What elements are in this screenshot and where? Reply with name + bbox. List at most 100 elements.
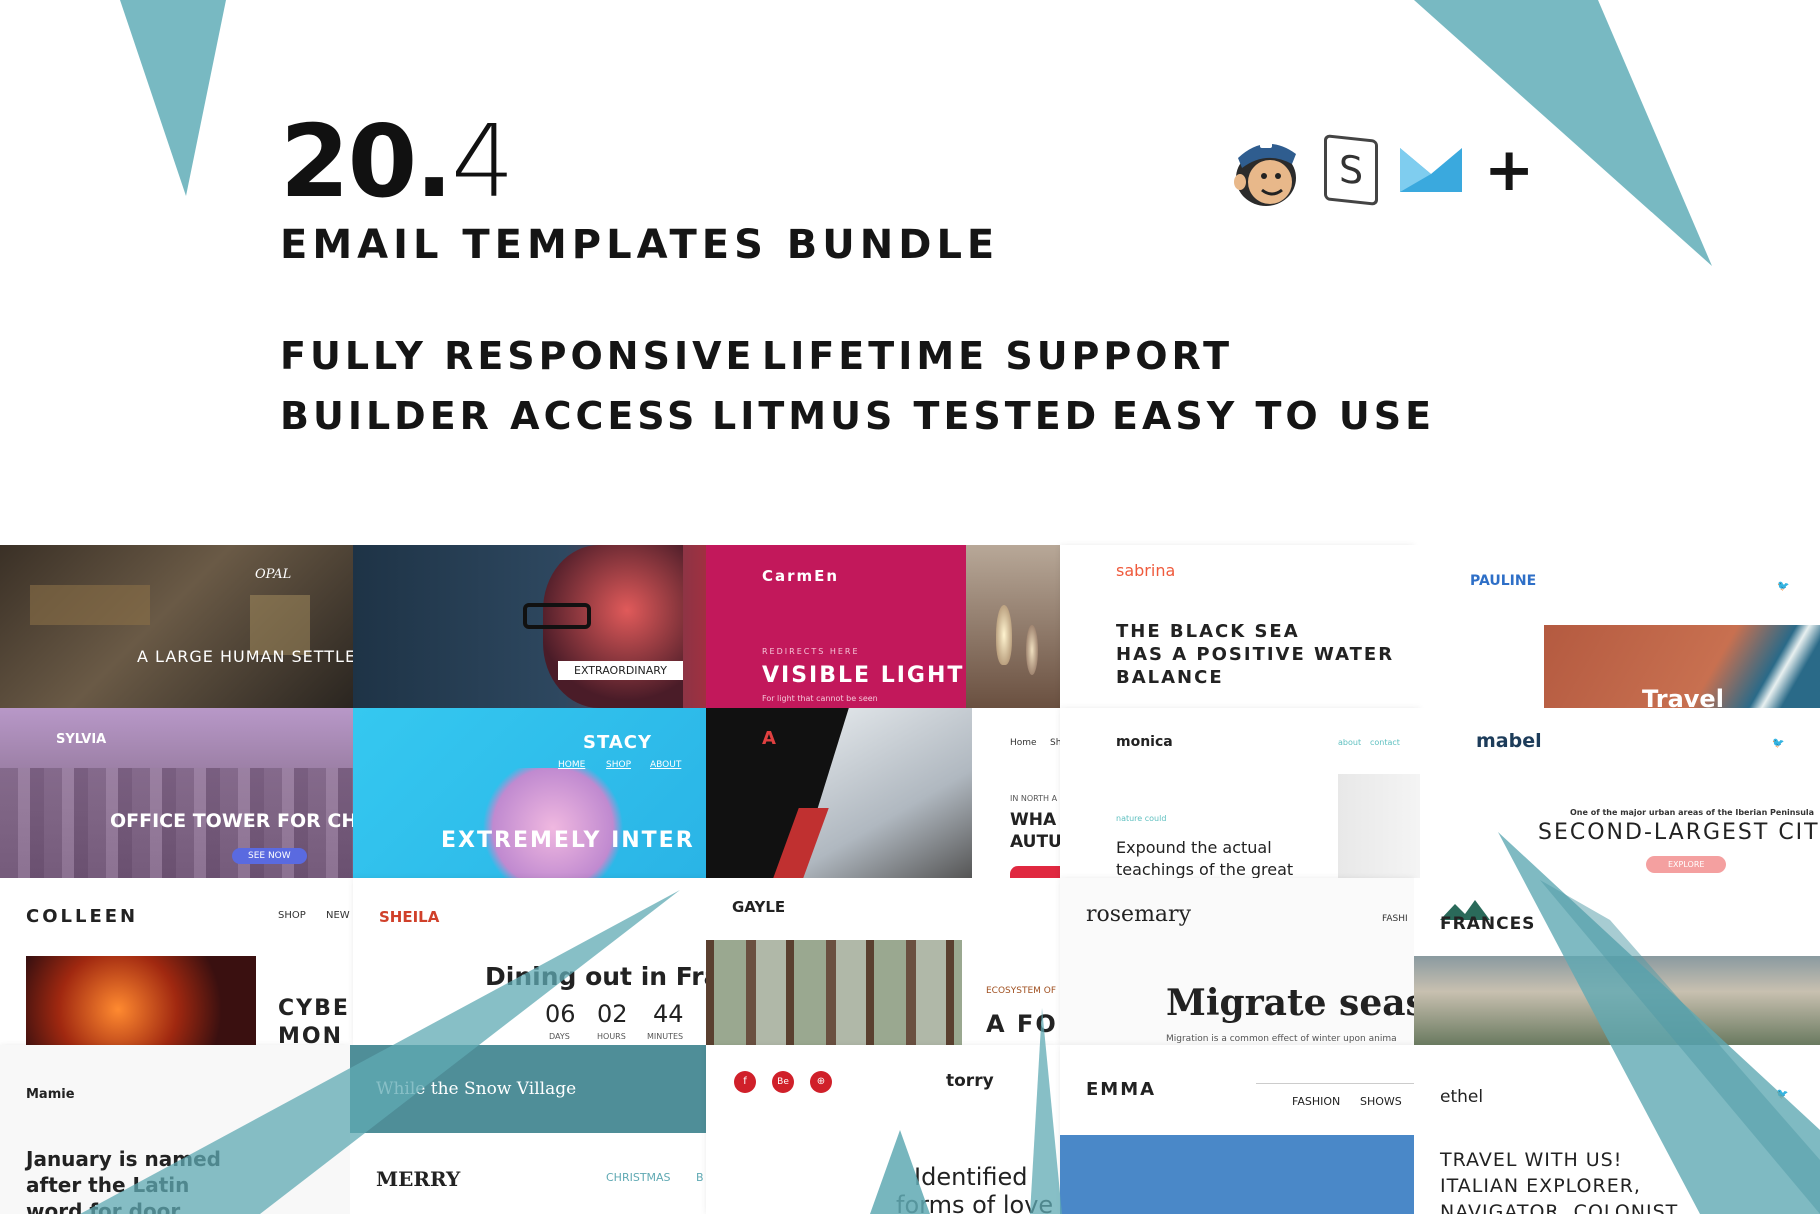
ethel-text-2: ITALIAN EXPLORER,	[1440, 1175, 1641, 1197]
template-carmen[interactable]: CarmEn REDIRECTS HERE VISIBLE LIGHT For …	[706, 545, 966, 708]
dribbble-icon[interactable]: ⊕	[810, 1071, 832, 1093]
integration-logos: S +	[1230, 130, 1534, 210]
autumn-nav-home[interactable]: Home	[1010, 738, 1037, 748]
template-sheila[interactable]: SHEILA Dining out in Fra 06 02 44 DAYS H…	[353, 878, 706, 1045]
colleen-brand: COLLEEN	[26, 906, 139, 927]
template-mabel[interactable]: mabel One of the major urban areas of th…	[1420, 708, 1820, 878]
colleen-nav-new[interactable]: NEW	[326, 910, 350, 921]
carmen-headline: VISIBLE LIGHT	[762, 663, 965, 688]
template-emma[interactable]: EMMA FASHION SHOWS	[1060, 1045, 1414, 1214]
rosemary-nav[interactable]: FASHI	[1382, 914, 1408, 924]
template-opal[interactable]: OPAL A LARGE HUMAN SETTLE	[0, 545, 353, 708]
mamie-text-3: word for door	[26, 1199, 181, 1214]
template-sylvia[interactable]: SYLVIA OFFICE TOWER FOR CH SEE NOW	[0, 708, 353, 878]
gayle-kicker: ECOSYSTEM OF	[986, 986, 1057, 996]
colleen-nav-shop[interactable]: SHOP	[278, 910, 306, 921]
mamie-brand: Mamie	[26, 1087, 75, 1102]
template-autumn[interactable]: Home Sh IN NORTH A WHA AUTU	[972, 708, 1060, 878]
mamie-text-1: January is named	[26, 1147, 221, 1171]
template-torry[interactable]: f Be ⊕ torry Identified forms of love	[706, 1045, 1060, 1214]
template-colleen[interactable]: COLLEEN SHOP NEW CYBE MON	[0, 878, 353, 1045]
version-major: 20.	[280, 103, 453, 220]
ethel-text-3: NAVIGATOR, COLONIST	[1440, 1201, 1679, 1214]
colleen-h1: CYBE	[278, 996, 350, 1021]
rosemary-sub: Migration is a common effect of winter u…	[1166, 1034, 1397, 1044]
autumn-nav-shop[interactable]: Sh	[1050, 738, 1060, 748]
colleen-h2: MON	[278, 1024, 344, 1045]
stacy-brand: STACY	[583, 732, 653, 753]
feature-builder: BUILDER ACCESS	[280, 394, 699, 438]
sabrina-headline-1: THE BLACK SEA	[1116, 621, 1300, 642]
template-stacy[interactable]: STACY HOME SHOP ABOUT EXTREMELY INTER	[353, 708, 706, 878]
autumn-h2: AUTU	[1010, 832, 1060, 852]
carmen-kicker: REDIRECTS HERE	[762, 647, 860, 656]
stampready-letter: S	[1338, 146, 1364, 194]
facebook-icon[interactable]: f	[734, 1071, 756, 1093]
sylvia-brand: SYLVIA	[56, 732, 107, 747]
version-number: 20.4	[280, 112, 515, 212]
merry-nav[interactable]: CHRISTMAS	[606, 1171, 671, 1184]
stacy-nav-about[interactable]: ABOUT	[650, 760, 681, 770]
stacy-headline: EXTREMELY INTER	[441, 828, 695, 853]
feature-responsive: FULLY RESPONSIVE	[280, 334, 756, 378]
torry-h1: Identified	[914, 1163, 1028, 1191]
mabel-button[interactable]: EXPLORE	[1646, 856, 1727, 873]
twitter-icon[interactable]: 🐦	[1772, 738, 1784, 749]
merry-brand: MERRY	[376, 1167, 461, 1191]
twitter-icon[interactable]: 🐦	[1776, 1089, 1788, 1100]
template-merry[interactable]: While the Snow Village MERRY CHRISTMAS B	[350, 1045, 706, 1214]
gayle-headline: A FO	[986, 1010, 1058, 1038]
emma-nav-fashion[interactable]: FASHION	[1292, 1095, 1340, 1108]
snow-headline: While the Snow Village	[376, 1079, 577, 1099]
emma-brand: EMMA	[1086, 1079, 1157, 1100]
ethel-brand: ethel	[1440, 1087, 1484, 1107]
monica-text-2: teachings of the great	[1116, 860, 1294, 878]
feature-litmus: LITMUS TESTED	[712, 394, 1101, 438]
template-monica[interactable]: monica about contact nature could Expoun…	[1060, 708, 1420, 878]
template-pauline[interactable]: PAULINE Travel 🐦	[1414, 545, 1820, 708]
rosemary-brand: rosemary	[1086, 902, 1191, 927]
version-minor: 4	[451, 103, 515, 220]
campaign-monitor-icon	[1400, 148, 1462, 192]
behance-icon[interactable]: Be	[772, 1071, 794, 1093]
emma-nav-shows[interactable]: SHOWS	[1360, 1095, 1402, 1108]
pauline-word: Travel	[1642, 685, 1724, 708]
autumn-kicker: IN NORTH A	[1010, 794, 1058, 803]
mailchimp-icon	[1234, 140, 1296, 206]
opal-headline: A LARGE HUMAN SETTLE	[137, 647, 353, 666]
extraordinary-button[interactable]: EXTRAORDINARY	[558, 661, 683, 680]
template-mamie[interactable]: Mamie January is named after the Latin w…	[0, 1045, 350, 1214]
merry-nav-2[interactable]: B	[696, 1171, 704, 1184]
stacy-nav-home[interactable]: HOME	[558, 760, 585, 770]
countdown-minutes: 44	[653, 1000, 684, 1028]
template-gayle[interactable]: GAYLE ECOSYSTEM OF A FO	[706, 878, 1060, 1045]
template-frances[interactable]: FRANCES	[1414, 878, 1820, 1045]
template-dark-architecture[interactable]: A	[706, 708, 972, 878]
pauline-brand: PAULINE	[1470, 573, 1537, 589]
torry-brand: torry	[946, 1071, 994, 1091]
monica-text-1: Expound the actual	[1116, 838, 1272, 857]
ethel-text-1: TRAVEL WITH US!	[1440, 1149, 1623, 1171]
template-carmen-photo	[966, 545, 1060, 708]
a-logo-icon: A	[762, 728, 776, 749]
sheila-brand: SHEILA	[379, 908, 440, 926]
template-rosemary[interactable]: rosemary FASHI Migrate seaso Migration i…	[1060, 878, 1414, 1045]
page-title: EMAIL TEMPLATES BUNDLE	[280, 222, 1000, 268]
template-sabrina[interactable]: sabrina THE BLACK SEA HAS A POSITIVE WAT…	[1060, 545, 1414, 708]
stacy-nav-shop[interactable]: SHOP	[606, 760, 631, 770]
monica-nav-contact[interactable]: contact	[1370, 738, 1400, 747]
sabrina-headline-2: HAS A POSITIVE WATER	[1116, 644, 1395, 665]
template-ethel[interactable]: ethel TRAVEL WITH US! ITALIAN EXPLORER, …	[1414, 1045, 1820, 1214]
triangle-top-left	[120, 0, 226, 196]
gayle-brand: GAYLE	[732, 898, 786, 916]
sylvia-button[interactable]: SEE NOW	[232, 848, 307, 864]
feature-support: LIFETIME SUPPORT	[762, 334, 1234, 378]
mabel-headline: SECOND-LARGEST CIT	[1538, 820, 1820, 845]
monica-nav-about[interactable]: about	[1338, 738, 1361, 747]
sabrina-headline-3: BALANCE	[1116, 667, 1224, 688]
template-extraordinary[interactable]: EXTRAORDINARY	[353, 545, 706, 708]
monica-kicker: nature could	[1116, 814, 1167, 823]
plus-icon: +	[1484, 135, 1535, 205]
twitter-icon[interactable]: 🐦	[1777, 581, 1789, 592]
countdown-minutes-label: MINUTES	[647, 1032, 684, 1041]
